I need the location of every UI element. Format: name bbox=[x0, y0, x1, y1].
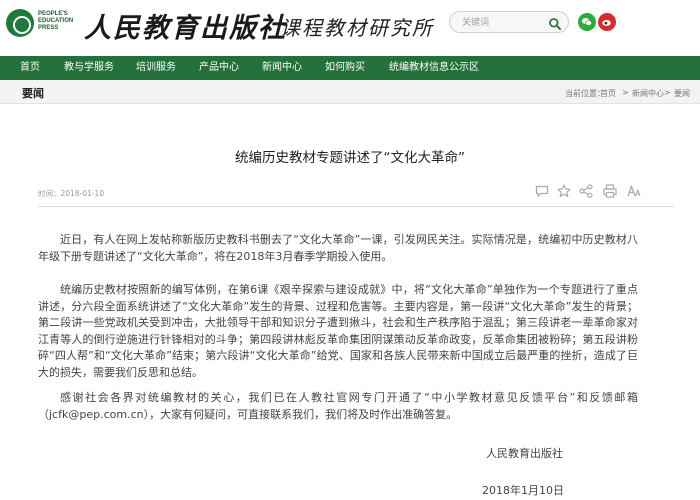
nav-item-how-to-buy[interactable]: 如何购买 bbox=[325, 56, 365, 80]
breadcrumb-prefix: 当前位置： bbox=[565, 89, 605, 98]
brand-name[interactable]: 人民教育出版社 bbox=[84, 6, 287, 45]
nav-item-training[interactable]: 培训服务 bbox=[136, 56, 176, 80]
share-icon[interactable] bbox=[578, 183, 594, 199]
article-paragraph: 近日，有人在网上发帖称新版历史教科书删去了“文化大革命”一课，引发网民关注。实际… bbox=[38, 233, 638, 263]
brand-subtitle: 课程教材研究所 bbox=[280, 16, 434, 40]
nav-item-textbook-notice[interactable]: 统编教材信息公示区 bbox=[389, 56, 479, 80]
breadcrumb-current[interactable]: 要闻 bbox=[674, 88, 690, 99]
logo-line: EDUCATION bbox=[38, 18, 74, 24]
article-signature: 人民教育出版社 bbox=[486, 447, 563, 460]
logo-english-text: PEOPLE'S EDUCATION PRESS bbox=[38, 11, 73, 32]
article-paragraph: 感谢社会各界对统编教材的关心，我们已在人教社官网专门开通了“中小学教材意见反馈平… bbox=[38, 391, 638, 421]
print-icon[interactable] bbox=[602, 183, 618, 199]
weibo-icon[interactable] bbox=[598, 13, 616, 31]
font-size-icon[interactable] bbox=[626, 183, 642, 199]
breadcrumb-news[interactable]: 新闻中心 bbox=[632, 88, 664, 99]
search-box bbox=[449, 11, 569, 33]
meta-divider bbox=[38, 206, 674, 207]
pep-logo-icon[interactable] bbox=[6, 9, 34, 37]
search-icon[interactable] bbox=[548, 16, 562, 30]
article-paragraph: 统编历史教材按照新的编写体例，在第6课《艰辛探索与建设成就》中，将“文化大革命”… bbox=[38, 283, 638, 379]
search-input[interactable] bbox=[462, 14, 550, 31]
breadcrumb-separator: > bbox=[622, 88, 629, 97]
nav-item-teaching-services[interactable]: 教与学服务 bbox=[64, 56, 114, 80]
main-nav: 首页 教与学服务 培训服务 产品中心 新闻中心 如何购买 统编教材信息公示区 bbox=[0, 56, 700, 80]
article-title: 统编历史教材专题讲述了“文化大革命” bbox=[235, 150, 465, 166]
breadcrumb-home[interactable]: 首页 bbox=[600, 88, 616, 99]
comment-icon[interactable] bbox=[534, 183, 550, 199]
logo-line: PEOPLE'S bbox=[38, 11, 68, 17]
wechat-icon[interactable] bbox=[578, 13, 596, 31]
article-date: 2018年1月10日 bbox=[482, 484, 564, 497]
section-bar: 要闻 当前位置： 首页 > 新闻中心 > 要闻 bbox=[0, 80, 700, 104]
breadcrumb-separator: > bbox=[664, 88, 671, 97]
article-time: 时间：2018-01-10 bbox=[38, 189, 105, 198]
site-header: PEOPLE'S EDUCATION PRESS 人民教育出版社 课程教材研究所 bbox=[0, 0, 700, 50]
nav-item-news[interactable]: 新闻中心 bbox=[262, 56, 302, 80]
nav-item-products[interactable]: 产品中心 bbox=[199, 56, 239, 80]
section-title: 要闻 bbox=[22, 87, 44, 100]
logo-line: PRESS bbox=[38, 25, 59, 31]
nav-item-home[interactable]: 首页 bbox=[20, 56, 40, 80]
favorite-icon[interactable] bbox=[556, 183, 572, 199]
